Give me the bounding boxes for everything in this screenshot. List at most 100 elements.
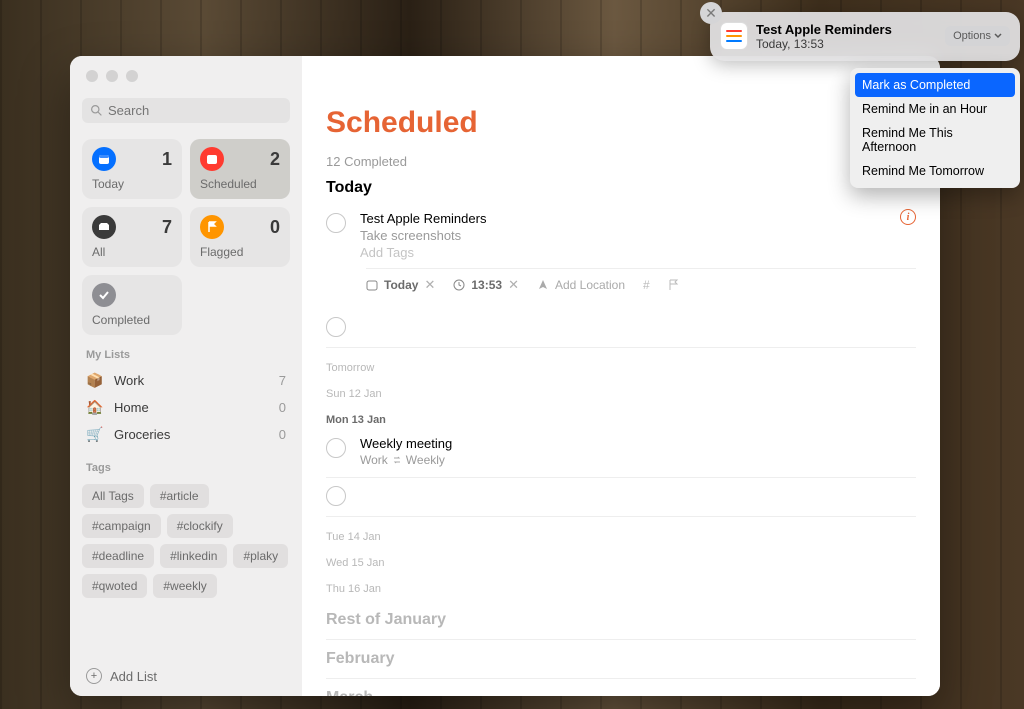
complete-toggle[interactable] — [326, 438, 346, 458]
sidebar: 1 Today 2 Scheduled 7 All — [70, 56, 302, 696]
tag-button[interactable]: # — [643, 278, 650, 292]
calendar-icon — [200, 147, 224, 171]
close-window-button[interactable] — [86, 70, 98, 82]
checkmark-icon — [92, 283, 116, 307]
plus-icon: + — [86, 668, 102, 684]
chevron-down-icon — [994, 32, 1002, 40]
list-name: Home — [114, 400, 149, 415]
list-count: 0 — [279, 400, 286, 415]
tag-chip[interactable]: #plaky — [233, 544, 288, 568]
tag-chip[interactable]: #article — [150, 484, 209, 508]
date-header: Thu 16 Jan — [326, 583, 916, 595]
menu-remind-afternoon[interactable]: Remind Me This Afternoon — [850, 121, 1020, 159]
smart-list-completed[interactable]: Completed — [82, 275, 182, 335]
date-chip[interactable]: Today ✕ — [366, 277, 435, 293]
tag-chip[interactable]: #linkedin — [160, 544, 227, 568]
fullscreen-window-button[interactable] — [126, 70, 138, 82]
month-section[interactable]: March — [326, 679, 916, 696]
today-label: Today — [92, 177, 172, 191]
clear-date-button[interactable]: ✕ — [424, 277, 435, 293]
list-name: Groceries — [114, 427, 170, 442]
notification-options-button[interactable]: Options — [945, 26, 1010, 46]
flagged-count: 0 — [270, 217, 280, 238]
flag-icon — [200, 215, 224, 239]
month-section[interactable]: Rest of January — [326, 601, 916, 640]
month-section[interactable]: February — [326, 640, 916, 679]
reminder-title[interactable]: Test Apple Reminders — [360, 211, 916, 226]
tray-icon — [92, 215, 116, 239]
page-title: Scheduled — [326, 106, 916, 140]
complete-toggle[interactable] — [326, 213, 346, 233]
search-icon — [90, 104, 103, 117]
list-count: 7 — [279, 373, 286, 388]
new-reminder-row[interactable] — [326, 309, 916, 348]
my-lists-header: My Lists — [70, 335, 302, 367]
add-tags-placeholder[interactable]: Add Tags — [360, 245, 916, 260]
smart-list-all[interactable]: 7 All — [82, 207, 182, 267]
today-section-header: Today — [326, 179, 916, 197]
all-label: All — [92, 245, 172, 259]
list-work[interactable]: 📦 Work 7 — [70, 367, 302, 394]
date-header: Sun 12 Jan — [326, 388, 916, 400]
tag-chip[interactable]: #campaign — [82, 514, 161, 538]
list-home[interactable]: 🏠 Home 0 — [70, 394, 302, 421]
add-list-button[interactable]: + Add List — [70, 656, 302, 696]
tag-chip[interactable]: #deadline — [82, 544, 154, 568]
smart-list-today[interactable]: 1 Today — [82, 139, 182, 199]
notification-options-menu: Mark as Completed Remind Me in an Hour R… — [850, 68, 1020, 188]
completed-label: Completed — [92, 313, 172, 327]
reminder-notes[interactable]: Take screenshots — [360, 228, 916, 243]
menu-remind-hour[interactable]: Remind Me in an Hour — [850, 97, 1020, 121]
reminder-title[interactable]: Weekly meeting — [360, 436, 916, 451]
search-input[interactable] — [82, 98, 290, 123]
flag-button[interactable] — [668, 279, 680, 291]
list-name: Work — [114, 373, 144, 388]
reminder-detail-bar: Today ✕ 13:53 ✕ Add Location # — [366, 268, 916, 299]
complete-toggle[interactable] — [326, 486, 346, 506]
complete-toggle[interactable] — [326, 317, 346, 337]
tag-chip[interactable]: #clockify — [167, 514, 233, 538]
list-icon: 🏠 — [86, 399, 104, 416]
date-header: Tue 14 Jan — [326, 531, 916, 543]
scheduled-count: 2 — [270, 149, 280, 170]
menu-remind-tomorrow[interactable]: Remind Me Tomorrow — [850, 159, 1020, 183]
info-button[interactable]: i — [900, 209, 916, 225]
reminder-item[interactable]: Test Apple Reminders Take screenshots Ad… — [326, 207, 916, 309]
date-header: Wed 15 Jan — [326, 557, 916, 569]
minimize-window-button[interactable] — [106, 70, 118, 82]
smart-list-scheduled[interactable]: 2 Scheduled — [190, 139, 290, 199]
completed-count-text: 12 Completed — [326, 154, 407, 169]
add-location-label: Add Location — [555, 278, 625, 292]
tag-chip[interactable]: All Tags — [82, 484, 144, 508]
notification-banner: ✕ Test Apple Reminders Today, 13:53 Opti… — [710, 12, 1020, 61]
main-content: Scheduled 12 Completed Show Today Test A… — [302, 56, 940, 696]
date-label: Today — [384, 278, 418, 292]
new-reminder-row[interactable] — [326, 478, 916, 517]
list-groceries[interactable]: 🛒 Groceries 0 — [70, 421, 302, 448]
smart-list-flagged[interactable]: 0 Flagged — [190, 207, 290, 267]
time-chip[interactable]: 13:53 ✕ — [453, 277, 519, 293]
all-count: 7 — [162, 217, 172, 238]
dismiss-notification-button[interactable]: ✕ — [700, 2, 722, 24]
reminders-app-icon — [720, 22, 748, 50]
location-icon — [537, 279, 549, 291]
clear-time-button[interactable]: ✕ — [508, 277, 519, 293]
date-header: Tomorrow — [326, 362, 916, 374]
calendar-icon — [366, 279, 378, 291]
flag-icon — [668, 279, 680, 291]
add-list-label: Add List — [110, 669, 157, 684]
search-field — [82, 98, 290, 123]
reminder-item[interactable]: Weekly meeting Work Weekly — [326, 432, 916, 478]
add-location-button[interactable]: Add Location — [537, 278, 625, 292]
tag-chip[interactable]: #weekly — [153, 574, 216, 598]
calendar-icon — [92, 147, 116, 171]
window-controls — [70, 56, 302, 90]
menu-mark-completed[interactable]: Mark as Completed — [855, 73, 1015, 97]
reminder-repeat-label: Weekly — [406, 453, 445, 467]
reminder-list-label: Work — [360, 453, 388, 467]
list-icon: 🛒 — [86, 426, 104, 443]
reminders-window: 1 Today 2 Scheduled 7 All — [70, 56, 940, 696]
time-label: 13:53 — [471, 278, 502, 292]
scheduled-label: Scheduled — [200, 177, 280, 191]
tag-chip[interactable]: #qwoted — [82, 574, 147, 598]
